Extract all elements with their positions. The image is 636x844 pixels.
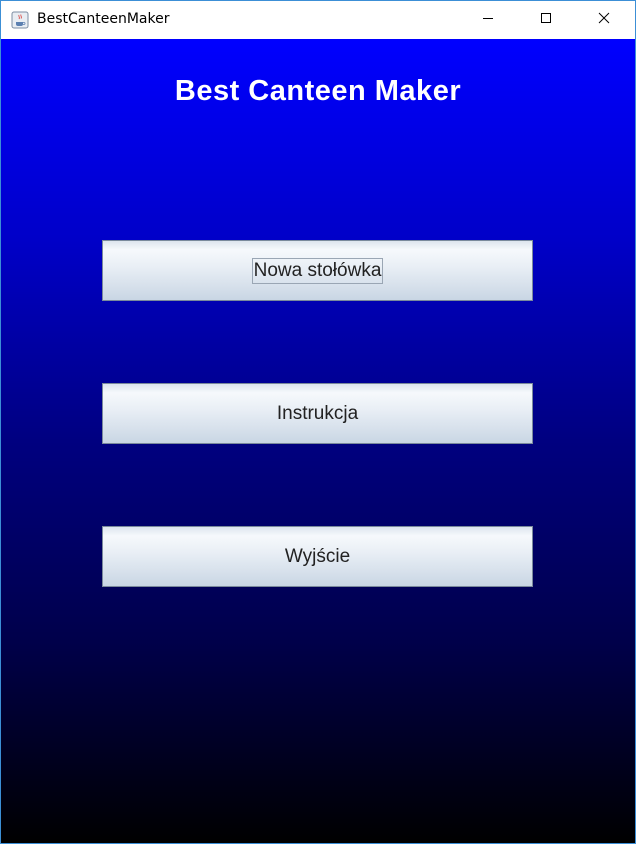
maximize-icon <box>540 11 552 29</box>
instructions-label: Instrukcja <box>276 402 359 424</box>
instructions-button[interactable]: Instrukcja <box>102 383 533 444</box>
close-button[interactable] <box>581 1 627 39</box>
app-window: BestCanteenMaker Best Canteen Maker Nowa… <box>0 0 636 844</box>
close-icon <box>598 11 610 29</box>
exit-button[interactable]: Wyjście <box>102 526 533 587</box>
new-canteen-button[interactable]: Nowa stołówka <box>102 240 533 301</box>
new-canteen-label: Nowa stołówka <box>251 257 384 284</box>
minimize-button[interactable] <box>465 1 511 39</box>
java-app-icon <box>11 11 29 29</box>
exit-label: Wyjście <box>284 545 351 567</box>
main-panel: Best Canteen Maker Nowa stołówka Instruk… <box>1 39 635 843</box>
title-bar[interactable]: BestCanteenMaker <box>1 1 635 39</box>
minimize-icon <box>482 11 494 29</box>
window-title: BestCanteenMaker <box>37 11 170 27</box>
app-heading: Best Canteen Maker <box>174 75 462 107</box>
maximize-button[interactable] <box>523 1 569 39</box>
